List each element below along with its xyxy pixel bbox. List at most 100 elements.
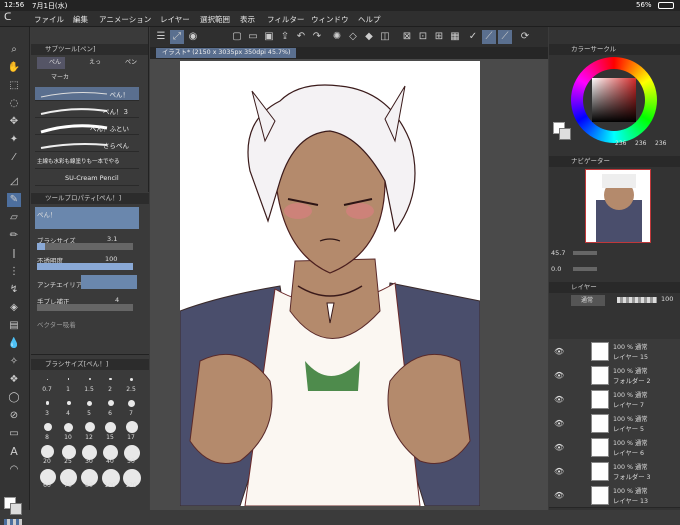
brush-icon[interactable]: ǀ <box>7 247 21 261</box>
layer-row[interactable]: 👁 100 % 通常 フォルダー 3 <box>549 459 680 484</box>
ruler-snap-icon[interactable]: ✓ <box>466 30 480 44</box>
blend-mode-select[interactable]: 通常 <box>571 295 605 306</box>
droplet-icon[interactable]: 💧 <box>7 337 21 351</box>
brush-item-2[interactable]: ぺん！３ <box>35 104 139 118</box>
layer-row[interactable]: 👁 100 % 通常 レイヤー 6 <box>549 435 680 460</box>
brush-item-3[interactable]: ぺん！ふとい <box>35 121 139 135</box>
undo-icon[interactable]: ↶ <box>294 30 308 44</box>
ruler-icon[interactable]: ⊘ <box>7 409 21 423</box>
visibility-eye-icon[interactable]: 👁 <box>554 419 564 428</box>
menu-selection[interactable]: 選択範囲 <box>200 14 230 25</box>
frame-icon[interactable]: ▭ <box>7 427 21 441</box>
brush-size-slider[interactable] <box>37 243 133 250</box>
brush-size-dot[interactable] <box>84 422 95 432</box>
brush-size-dot[interactable] <box>41 445 54 458</box>
shape-icon[interactable]: ◯ <box>7 391 21 405</box>
brush-size-dot[interactable] <box>87 400 92 406</box>
layer-row[interactable]: 👁 100 % 通常 フォルダー 2 <box>549 363 680 388</box>
visibility-eye-icon[interactable]: 👁 <box>554 467 564 476</box>
snap-ruler-icon[interactable]: ⟋ <box>482 30 496 44</box>
brush-item-5[interactable]: 主線も水彩も線塗りも一本でやる <box>35 155 139 169</box>
brush-size-dot[interactable] <box>88 378 91 380</box>
zoom-slider[interactable] <box>573 251 597 255</box>
transparent-color-swatch[interactable] <box>4 519 22 525</box>
brush-item-1[interactable]: ぺん！ <box>35 87 139 101</box>
wand-tool-icon[interactable]: ✦ <box>7 133 21 147</box>
fill-bucket-icon[interactable]: ◆ <box>362 30 376 44</box>
brush-size-dot[interactable] <box>61 445 76 459</box>
brush-size-dot[interactable] <box>128 399 135 407</box>
tool-name-box[interactable]: ぺん！ <box>35 207 139 229</box>
brush-item-4[interactable]: さらぺん <box>35 138 139 152</box>
subtool-tab-pen2[interactable]: えっ <box>75 57 103 69</box>
canvas-area[interactable] <box>150 59 548 510</box>
layer-row[interactable]: 👁 100 % 通常 レイヤー 13 <box>549 483 680 508</box>
stabilization-slider[interactable] <box>37 304 133 311</box>
decoration-icon[interactable]: ❖ <box>7 373 21 387</box>
snap-special-icon[interactable]: ⟋ <box>498 30 512 44</box>
visibility-eye-icon[interactable]: 👁 <box>554 371 564 380</box>
menu-window[interactable]: ウィンドウ <box>311 14 349 25</box>
visibility-eye-icon[interactable]: 👁 <box>554 443 564 452</box>
redo-icon[interactable]: ↷ <box>310 30 324 44</box>
blend-tool-icon[interactable]: ↯ <box>7 283 21 297</box>
menu-layer[interactable]: レイヤー <box>160 14 190 25</box>
menu-view[interactable]: 表示 <box>240 14 255 25</box>
fill-icon[interactable]: ◈ <box>7 301 21 315</box>
opacity-slider[interactable] <box>37 263 133 270</box>
brush-size-dot[interactable] <box>107 400 114 406</box>
antialias-selector[interactable] <box>81 275 137 289</box>
brush-size-dot[interactable] <box>105 421 116 433</box>
balloon-icon[interactable]: ◠ <box>7 463 21 477</box>
subtool-tab-pen3[interactable]: ペン <box>113 57 141 69</box>
move-tool-icon[interactable]: ✥ <box>7 115 21 129</box>
app-logo-icon[interactable]: ᑕ <box>4 12 11 23</box>
angle-slider[interactable] <box>573 267 597 271</box>
gradient-icon[interactable]: ▤ <box>7 319 21 333</box>
clear-icon[interactable]: ◇ <box>346 30 360 44</box>
saturation-square[interactable] <box>592 78 636 122</box>
menu-help[interactable]: ヘルプ <box>358 14 381 25</box>
pencil-icon[interactable]: ✏ <box>7 229 21 243</box>
new-file-icon[interactable]: ▢ <box>230 30 244 44</box>
sparkle-icon[interactable]: ✧ <box>7 355 21 369</box>
loading-icon[interactable]: ✺ <box>330 30 344 44</box>
brush-size-dot[interactable] <box>130 377 133 381</box>
subtool-tab-pen1[interactable]: ぺん <box>37 57 65 69</box>
layer-row[interactable]: 👁 100 % 通常 レイヤー 5 <box>549 411 680 436</box>
brush-size-dot[interactable] <box>45 401 50 405</box>
menu-file[interactable]: ファイル <box>34 14 64 25</box>
deselect-icon[interactable]: ⊠ <box>400 30 414 44</box>
hand-tool-icon[interactable]: ✋ <box>7 61 21 75</box>
gesture-icon[interactable]: ◉ <box>186 30 200 44</box>
eraser-icon[interactable]: ▱ <box>7 211 21 225</box>
brush-size-dot[interactable] <box>43 423 52 431</box>
menu-edit[interactable]: 編集 <box>73 14 88 25</box>
brush-size-dot[interactable] <box>125 421 138 433</box>
invert-selection-icon[interactable]: ⊞ <box>432 30 446 44</box>
menu-animation[interactable]: アニメーション <box>99 14 151 25</box>
brush-size-dot[interactable] <box>47 378 48 380</box>
vector-tool-icon[interactable]: ◿ <box>7 175 21 189</box>
show-selection-icon[interactable]: ▦ <box>448 30 462 44</box>
select-tool-icon[interactable]: ⬚ <box>7 79 21 93</box>
companion-icon[interactable]: ⟳ <box>518 30 532 44</box>
edit-mode-icon[interactable]: ⤢ <box>170 30 184 44</box>
transform-icon[interactable]: ◫ <box>378 30 392 44</box>
text-tool-icon[interactable]: A <box>7 445 21 459</box>
visibility-eye-icon[interactable]: 👁 <box>554 347 564 356</box>
menu-icon[interactable]: ☰ <box>154 30 168 44</box>
export-icon[interactable]: ⇪ <box>278 30 292 44</box>
navigator-zoom-value[interactable]: 45.7 <box>551 249 565 257</box>
menu-filter[interactable]: フィルター <box>267 14 304 25</box>
illustration-canvas[interactable] <box>180 61 480 506</box>
hue-ring[interactable] <box>571 57 657 143</box>
crop-icon[interactable]: ⊡ <box>416 30 430 44</box>
sub-color-swatch[interactable] <box>10 503 22 515</box>
brush-size-dot[interactable] <box>64 422 73 432</box>
airbrush-icon[interactable]: ⋮ <box>7 265 21 279</box>
brush-item-6[interactable]: SU-Cream Pencil <box>35 172 139 186</box>
navigator-preview[interactable] <box>585 169 651 243</box>
visibility-eye-icon[interactable]: 👁 <box>554 395 564 404</box>
eyedropper-icon[interactable]: ⁄ <box>7 151 21 165</box>
